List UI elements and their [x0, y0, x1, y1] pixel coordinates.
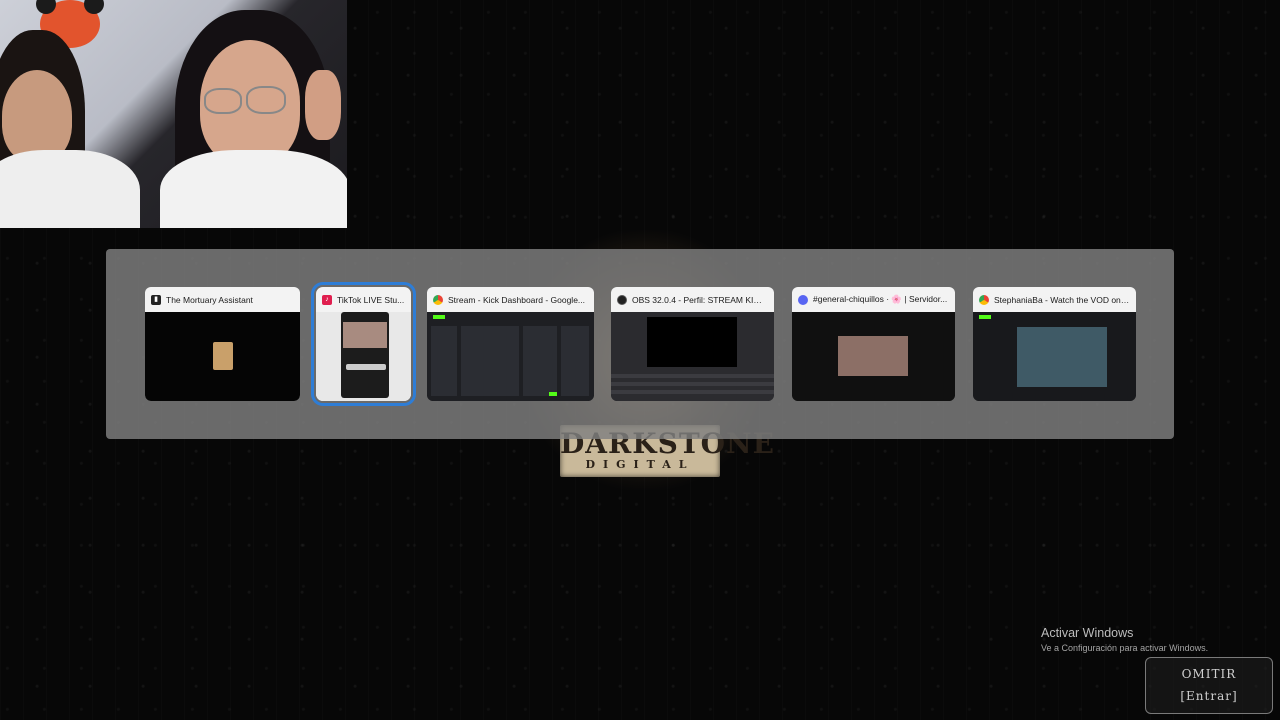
window-title-bar: #general-chiquillos · 🌸 | Servidor... — [792, 287, 955, 312]
sidebar-thumb — [431, 326, 457, 396]
window-thumbnail — [973, 312, 1136, 401]
window-thumbnail — [792, 312, 955, 401]
window-title: TikTok LIVE Stu... — [337, 294, 405, 305]
obs-dock-thumb — [611, 382, 774, 386]
window-card-mortuary[interactable]: ▮ The Mortuary Assistant — [145, 287, 300, 401]
skip-button[interactable]: OMITIR [Entrar] — [1145, 657, 1273, 714]
discord-icon — [798, 294, 808, 305]
activate-windows-title: Activar Windows — [1041, 626, 1134, 640]
glasses-right-lens — [246, 86, 286, 114]
window-title: Stream - Kick Dashboard - Google... — [448, 294, 586, 305]
game-logo-thumb — [213, 342, 233, 370]
chrome-icon — [433, 294, 443, 305]
activate-windows-subtitle: Ve a Configuración para activar Windows. — [1041, 643, 1209, 653]
window-card-tiktok[interactable]: ♪ TikTok LIVE Stu... — [311, 282, 416, 406]
webcam-overlay — [0, 0, 347, 228]
obs-icon — [617, 294, 627, 305]
obs-dock-thumb — [611, 390, 774, 394]
window-thumbnail — [611, 312, 774, 401]
window-title: #general-chiquillos · 🌸 | Servidor... — [813, 294, 948, 304]
panel-thumb — [523, 326, 557, 396]
panel-thumb — [461, 326, 519, 396]
window-card-obs[interactable]: OBS 32.0.4 - Perfil: STREAM KICK ... — [611, 287, 774, 401]
vod-video-thumb — [1017, 327, 1107, 387]
window-title-bar: ▮ The Mortuary Assistant — [145, 287, 300, 312]
glasses-left-lens — [204, 88, 242, 114]
window-title: StephaniaBa - Watch the VOD on K... — [994, 294, 1130, 305]
skip-label: OMITIR — [1181, 667, 1237, 681]
person-right-body — [160, 150, 347, 228]
logo-sub-text: DIGITAL — [585, 458, 695, 471]
accent-thumb — [549, 392, 557, 396]
kick-logo-thumb — [979, 315, 991, 319]
control-bar-thumb — [346, 364, 386, 370]
kick-logo-thumb — [433, 315, 445, 319]
panel-thumb — [561, 326, 589, 396]
skip-key-hint: [Entrar] — [1180, 689, 1238, 703]
mortuary-icon: ▮ — [151, 294, 161, 305]
video-call-thumb — [838, 336, 908, 376]
chrome-icon — [979, 294, 989, 305]
window-title: The Mortuary Assistant — [166, 294, 253, 305]
window-card-vod[interactable]: StephaniaBa - Watch the VOD on K... — [973, 287, 1136, 401]
window-title-bar: StephaniaBa - Watch the VOD on K... — [973, 287, 1136, 312]
window-thumbnail — [145, 312, 300, 401]
alt-tab-switcher: ▮ The Mortuary Assistant ♪ TikTok LIVE S… — [106, 249, 1174, 439]
person-left-body — [0, 150, 140, 228]
person-left-face — [2, 70, 72, 162]
obs-preview-thumb — [647, 317, 737, 367]
tiktok-icon: ♪ — [322, 294, 332, 305]
window-title-bar: ♪ TikTok LIVE Stu... — [316, 287, 411, 312]
window-title: OBS 32.0.4 - Perfil: STREAM KICK ... — [632, 294, 768, 305]
balloon-ear — [84, 0, 104, 14]
window-title-bar: OBS 32.0.4 - Perfil: STREAM KICK ... — [611, 287, 774, 312]
window-card-kick-dashboard[interactable]: Stream - Kick Dashboard - Google... — [427, 287, 594, 401]
person-right-hand — [305, 70, 341, 140]
window-thumbnail — [427, 312, 594, 401]
stream-preview-thumb — [343, 322, 387, 348]
obs-dock-thumb — [611, 374, 774, 378]
window-card-discord[interactable]: #general-chiquillos · 🌸 | Servidor... — [792, 287, 955, 401]
window-thumbnail — [316, 312, 411, 401]
window-title-bar: Stream - Kick Dashboard - Google... — [427, 287, 594, 312]
